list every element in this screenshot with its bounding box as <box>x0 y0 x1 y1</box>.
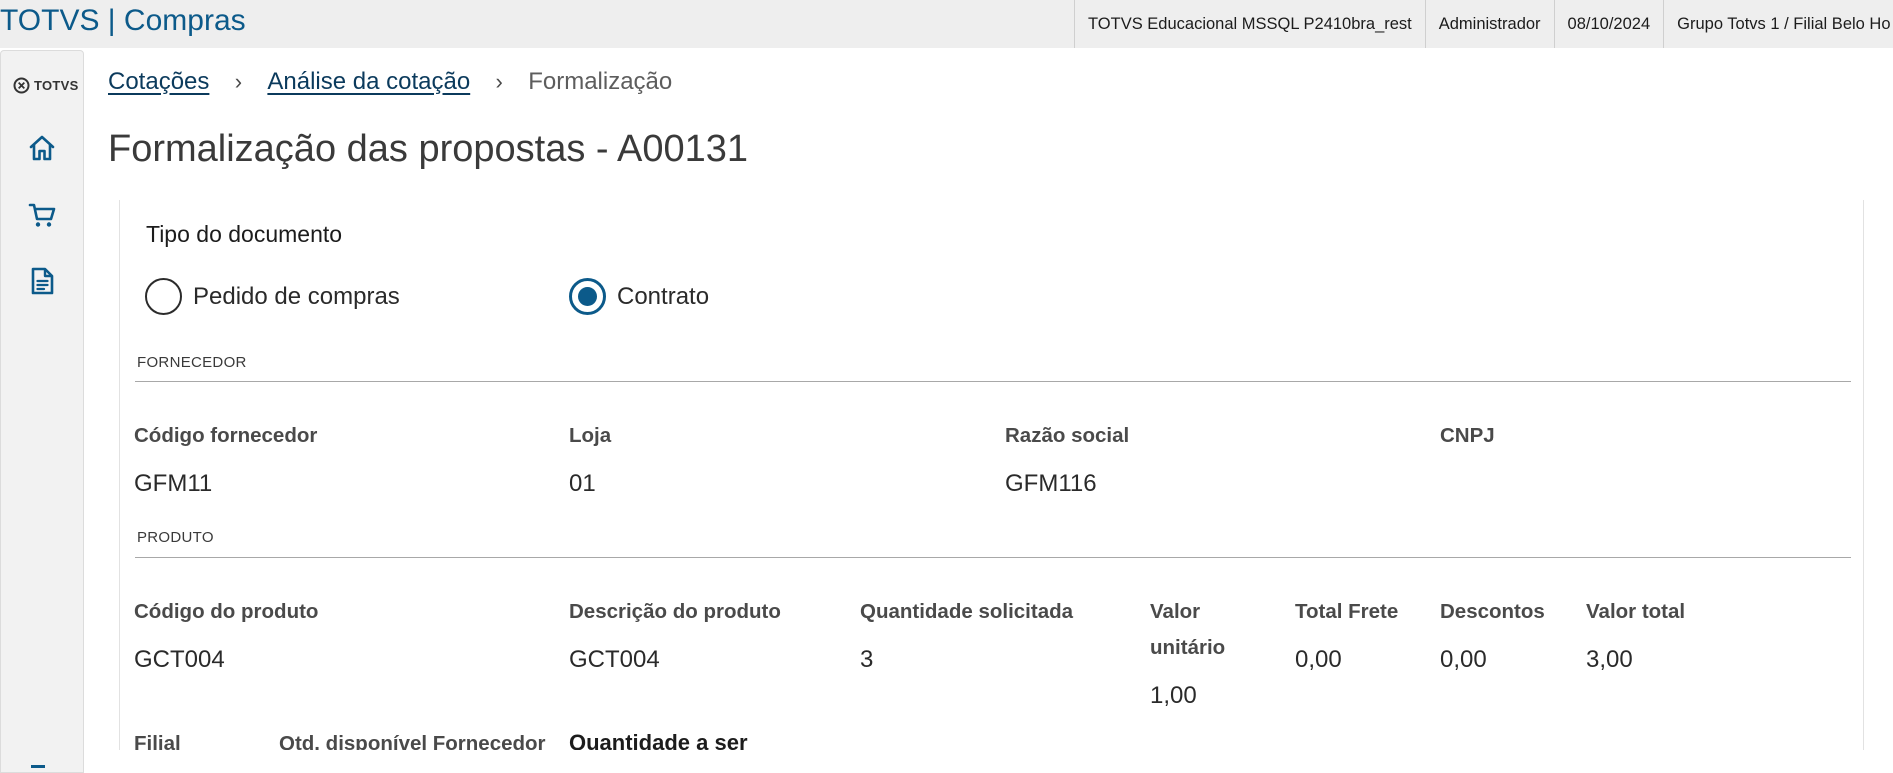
date-info[interactable]: 08/10/2024 <box>1553 0 1664 48</box>
top-bar: TOTVS | Compras TOTVS Educacional MSSQL … <box>0 0 1893 48</box>
quantidade-a-ser-label: Quantidade a ser <box>569 730 748 750</box>
produto-divider <box>135 557 1851 558</box>
totvs-logo-icon <box>13 77 30 94</box>
environment-info[interactable]: TOTVS Educacional MSSQL P2410bra_rest <box>1074 0 1425 48</box>
codigo-produto-label: Código do produto <box>134 600 319 623</box>
document-type-label: Tipo do documento <box>146 221 343 247</box>
breadcrumb-cotacoes[interactable]: Cotações <box>108 68 209 96</box>
breadcrumb-formalizacao: Formalização <box>528 68 673 95</box>
sidebar: TOTVS <box>0 50 84 773</box>
qtd-disponivel-fornecedor-label: Qtd. disponível Fornecedor <box>279 732 546 750</box>
chevron-right-icon: › <box>234 69 243 94</box>
fornecedor-divider <box>135 381 1851 382</box>
user-info[interactable]: Administrador <box>1424 0 1554 48</box>
breadcrumb-analise-cotacao[interactable]: Análise da cotação <box>267 68 470 96</box>
page-title: Formalização das propostas - A00131 <box>108 128 749 170</box>
valor-unitario-value: 1,00 <box>1150 682 1197 709</box>
cnpj-label: CNPJ <box>1440 424 1495 447</box>
codigo-fornecedor-label: Código fornecedor <box>134 424 318 447</box>
shopping-cart-icon <box>28 203 56 227</box>
filial-label: Filial <box>134 732 181 750</box>
chevron-right-icon: › <box>495 69 503 94</box>
home-icon <box>29 135 55 161</box>
descontos-value: 0,00 <box>1440 646 1487 673</box>
razao-social-value: GFM116 <box>1005 470 1097 497</box>
loja-value: 01 <box>569 470 596 497</box>
sidebar-item-documents[interactable] <box>25 264 59 298</box>
sidebar-collapse-indicator[interactable] <box>31 765 45 768</box>
app-title: TOTVS | Compras <box>0 4 246 37</box>
valor-total-label: Valor total <box>1586 600 1686 623</box>
sidebar-item-purchases[interactable] <box>25 198 59 232</box>
codigo-fornecedor-value: GFM11 <box>134 470 213 497</box>
codigo-produto-value: GCT004 <box>134 646 225 673</box>
fornecedor-section-label: FORNECEDOR <box>137 354 247 371</box>
produto-section-label: PRODUTO <box>137 529 214 546</box>
radio-pedido-de-compras[interactable]: Pedido de compras <box>145 278 400 315</box>
descontos-label: Descontos <box>1440 600 1545 623</box>
total-frete-label: Total Frete <box>1295 600 1399 623</box>
loja-label: Loja <box>569 424 612 447</box>
valor-unitario-label: Valor unitário <box>1150 600 1226 659</box>
formalization-card: Tipo do documento Pedido de compras Cont… <box>119 200 1864 750</box>
quantidade-solicitada-label: Quantidade solicitada <box>860 600 1074 623</box>
document-icon <box>31 267 54 295</box>
quantidade-solicitada-value: 3 <box>860 646 874 673</box>
razao-social-label: Razão social <box>1005 424 1130 447</box>
top-bar-info: TOTVS Educacional MSSQL P2410bra_rest Ad… <box>1074 0 1893 48</box>
brand-text: TOTVS <box>34 78 79 93</box>
brand-logo: TOTVS <box>13 77 79 94</box>
descricao-produto-value: GCT004 <box>569 646 660 673</box>
descricao-produto-label: Descrição do produto <box>569 600 781 623</box>
sidebar-item-home[interactable] <box>25 131 59 165</box>
radio-unchecked-icon[interactable] <box>145 278 182 315</box>
radio-contrato[interactable]: Contrato <box>569 278 709 315</box>
breadcrumb: Cotações › Análise da cotação › Formaliz… <box>108 68 672 96</box>
radio-pedido-label: Pedido de compras <box>193 282 400 310</box>
radio-checked-icon[interactable] <box>569 278 606 315</box>
branch-info[interactable]: Grupo Totvs 1 / Filial Belo Ho <box>1663 0 1893 48</box>
valor-total-value: 3,00 <box>1586 646 1633 673</box>
radio-contrato-label: Contrato <box>617 282 710 310</box>
total-frete-value: 0,00 <box>1295 646 1342 673</box>
